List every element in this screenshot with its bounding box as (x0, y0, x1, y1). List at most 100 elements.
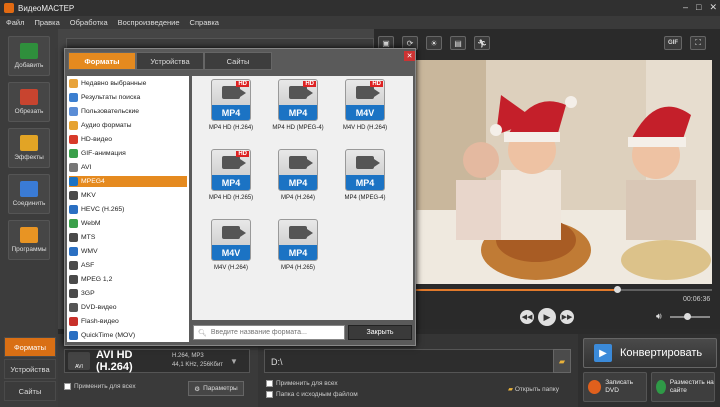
format-category-item[interactable]: ASF (69, 260, 187, 271)
dialog-tab-devices[interactable]: Устройства (136, 52, 204, 70)
output-path[interactable]: D:\ (264, 349, 554, 373)
format-tile[interactable]: MP4 HD MP4 HD (H.264) (200, 79, 262, 141)
browse-folder-icon[interactable]: ▰ (553, 349, 571, 373)
format-search-input[interactable] (210, 329, 341, 336)
format-tile[interactable]: MP4 MP4 (MPEG-4) (334, 149, 396, 211)
forward-icon[interactable]: ▶▶ (560, 310, 574, 324)
video-format-icon: M4V HD (345, 79, 385, 121)
video-format-icon: MP4 (345, 149, 385, 191)
minimize-icon[interactable]: – (683, 2, 688, 13)
format-category-label: WebM (81, 220, 101, 227)
burn-dvd-button[interactable]: Записать DVD (583, 372, 647, 402)
sidebar-item-1[interactable]: Обрезать (8, 82, 50, 122)
format-category-item[interactable]: Flash-видео (69, 316, 187, 327)
rewind-icon[interactable]: ◀◀ (520, 310, 534, 324)
gif-button[interactable]: GIF (664, 36, 682, 50)
dialog-close-button[interactable]: Закрыть (348, 325, 412, 340)
chevron-down-icon[interactable]: ▼ (228, 357, 240, 366)
menu-edit[interactable]: Правка (34, 18, 59, 27)
sidebar-item-2[interactable]: Эффекты (8, 128, 50, 168)
search-icon: 🔍︎ (198, 329, 207, 337)
apply-all-checkbox[interactable] (64, 383, 71, 390)
dialog-close-icon[interactable]: ✕ (404, 51, 415, 61)
publish-web-button[interactable]: Разместить на сайте (651, 372, 715, 402)
format-tile[interactable]: MP4 MP4 (H.265) (267, 219, 329, 281)
menu-playback[interactable]: Воспроизведение (118, 18, 180, 27)
apply-all-format[interactable]: Применить для всех (64, 383, 136, 390)
format-category-item[interactable]: Пользовательские (69, 106, 187, 117)
open-folder-link[interactable]: ▰ Открыть папку (508, 385, 559, 393)
format-category-item[interactable]: HEVC (H.265) (69, 204, 187, 215)
format-category-item[interactable]: Недавно выбранные (69, 78, 187, 89)
convert-button[interactable]: ▶ Конвертировать (583, 338, 717, 368)
run-icon[interactable]: 🏃︎ (474, 36, 490, 50)
tab-sites[interactable]: Сайты (4, 381, 56, 401)
format-tile[interactable]: MP4 HD MP4 HD (MPEG-4) (267, 79, 329, 141)
sidebar-item-3[interactable]: Соединить (8, 174, 50, 214)
close-window-icon[interactable]: ✕ (709, 2, 717, 13)
menu-file[interactable]: Файл (6, 18, 24, 27)
format-category-item[interactable]: HD-видео (69, 134, 187, 145)
format-badge: MP4 (212, 175, 250, 190)
format-category-item[interactable]: WebM (69, 218, 187, 229)
tab-formats[interactable]: Форматы (4, 337, 56, 357)
format-category-item[interactable]: AVI (69, 162, 187, 173)
format-category-item[interactable]: DVD-видео (69, 302, 187, 313)
fullscreen-icon[interactable]: ⛶ (690, 36, 706, 50)
tab-devices[interactable]: Устройства (4, 359, 56, 379)
format-selector[interactable]: AVI AVI HD (H.264) H.264, MP3 44,1 KHz, … (64, 349, 250, 373)
format-category-item[interactable]: WMV (69, 246, 187, 257)
brightness-icon[interactable]: ☀ (426, 36, 442, 50)
apply-all-output[interactable]: Применить для всех (266, 380, 338, 387)
title-bar: ВидеоМАСТЕР – □ ✕ (0, 0, 720, 16)
format-category-label: Flash-видео (81, 318, 119, 325)
format-tile[interactable]: M4V HD M4V HD (H.264) (334, 79, 396, 141)
format-tile-label: MP4 (MPEG-4) (344, 195, 386, 201)
menu-help[interactable]: Справка (190, 18, 219, 27)
format-badge: M4V (212, 245, 250, 260)
menu-process[interactable]: Обработка (70, 18, 108, 27)
format-category-item[interactable]: MKV (69, 190, 187, 201)
format-category-item[interactable]: QuickTime (MOV) (69, 330, 187, 341)
sidebar-item-4[interactable]: Программы (8, 220, 50, 260)
dialog-tab-formats[interactable]: Форматы (68, 52, 136, 70)
sidebar-item-0[interactable]: Добавить (8, 36, 50, 76)
format-category-label: MTS (81, 234, 96, 241)
format-category-item[interactable]: MPEG4 (69, 176, 187, 187)
format-category-item[interactable]: GIF-анимация (69, 148, 187, 159)
play-icon[interactable]: ▶ (538, 308, 556, 326)
format-tile-label: MP4 HD (H.264) (208, 125, 254, 131)
format-category-icon (69, 261, 78, 270)
seek-handle[interactable] (614, 286, 621, 293)
format-tile[interactable]: M4V M4V (H.264) (200, 219, 262, 281)
apply-all-output-checkbox[interactable] (266, 380, 273, 387)
dialog-tab-sites[interactable]: Сайты (204, 52, 272, 70)
format-tile[interactable]: MP4 HD MP4 HD (H.265) (200, 149, 262, 211)
format-category-item[interactable]: Аудио форматы (69, 120, 187, 131)
format-category-item[interactable]: MPEG 1,2 (69, 274, 187, 285)
format-category-item[interactable]: MTS (69, 232, 187, 243)
parameters-label: Параметры (203, 385, 238, 392)
format-category-label: MPEG 1,2 (81, 276, 113, 283)
window-controls: – □ ✕ (683, 2, 717, 13)
format-category-label: DVD-видео (81, 304, 117, 311)
format-specs: H.264, MP3 44,1 KHz, 256Кбит (172, 352, 228, 370)
dialog-tabs: Форматы Устройства Сайты (68, 52, 272, 70)
film-icon[interactable]: ▤ (450, 36, 466, 50)
format-category-label: MPEG4 (81, 178, 105, 185)
same-folder-option[interactable]: Папка с исходным файлом (266, 391, 358, 398)
format-tile[interactable]: MP4 MP4 (H.264) (267, 149, 329, 211)
parameters-button[interactable]: ⚙ Параметры (188, 381, 244, 396)
format-search[interactable]: 🔍︎ (193, 325, 345, 340)
format-badge: MP4 (279, 175, 317, 190)
same-folder-checkbox[interactable] (266, 391, 273, 398)
effects-icon (20, 135, 38, 151)
volume-handle[interactable] (684, 313, 691, 320)
format-category-label: QuickTime (MOV) (81, 332, 136, 339)
format-category-item[interactable]: 3GP (69, 288, 187, 299)
format-category-icon (69, 303, 78, 312)
maximize-icon[interactable]: □ (696, 2, 701, 13)
video-format-icon: MP4 (278, 219, 318, 261)
volume-icon[interactable]: 🔊︎ (656, 311, 662, 322)
format-category-item[interactable]: Результаты поиска (69, 92, 187, 103)
